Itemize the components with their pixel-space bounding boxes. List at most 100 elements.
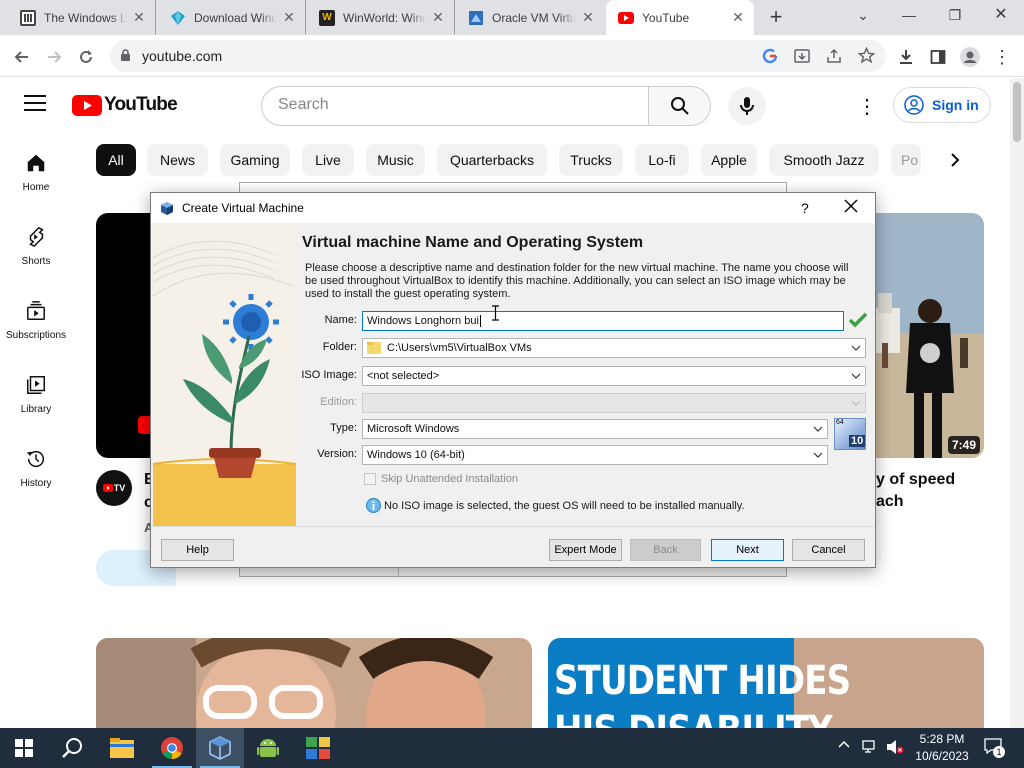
forward-button[interactable]	[40, 43, 68, 71]
reload-button[interactable]	[72, 43, 100, 71]
close-tab-icon[interactable]: ✕	[576, 9, 600, 26]
chip-music[interactable]: Music	[366, 144, 425, 176]
chip-news[interactable]: News	[147, 144, 208, 176]
tab-oracle-virtualbox[interactable]: Oracle VM VirtualBox ✕	[456, 0, 604, 35]
chip-live[interactable]: Live	[302, 144, 354, 176]
google-lens-icon[interactable]	[762, 48, 778, 64]
restore-button[interactable]: ❐	[932, 0, 978, 30]
version-combobox[interactable]: Windows 10 (64-bit)	[362, 445, 828, 465]
voice-search-button[interactable]	[728, 87, 766, 125]
channel-badge-text: TV	[113, 483, 126, 493]
profile-avatar-icon[interactable]	[956, 43, 984, 71]
video-thumbnail-right[interactable]: 7:49	[870, 213, 984, 458]
chip-partial[interactable]: Po	[891, 144, 921, 176]
tab-download-windows[interactable]: Download Windows ✕	[158, 0, 306, 35]
taskbar-search-button[interactable]	[48, 728, 96, 768]
show-hidden-icons-chevron-icon[interactable]	[838, 740, 850, 748]
chip-lofi[interactable]: Lo-fi	[635, 144, 689, 176]
app-taskbar-button[interactable]	[294, 728, 342, 768]
close-tab-icon[interactable]: ✕	[127, 9, 151, 26]
video-thumbnail-bottom-left[interactable]	[96, 638, 532, 728]
address-bar[interactable]: youtube.com	[110, 40, 886, 72]
sidebar-item-history[interactable]: History	[0, 448, 72, 498]
video-duration: 7:49	[947, 436, 980, 454]
sidebar-item-shorts[interactable]: Shorts	[0, 226, 72, 276]
video-title-right-line1[interactable]: y of speed	[876, 471, 955, 489]
volume-muted-icon[interactable]	[886, 739, 904, 755]
downloads-icon[interactable]	[892, 43, 920, 71]
tab-winworld[interactable]: W WinWorld: Windows ✕	[307, 0, 455, 35]
edition-label: Edition:	[320, 396, 357, 408]
sidebar-item-subscriptions[interactable]: Subscriptions	[0, 300, 72, 350]
chrome-menu-icon[interactable]: ⋮	[988, 43, 1016, 71]
close-tab-icon[interactable]: ✕	[726, 9, 750, 26]
bookmark-star-icon[interactable]	[858, 47, 875, 64]
file-explorer-button[interactable]	[98, 728, 146, 768]
virtualbox-taskbar-button[interactable]	[196, 728, 244, 768]
shorts-icon	[29, 226, 44, 248]
help-button[interactable]: Help	[161, 539, 234, 561]
sidebar-item-home[interactable]: Home	[0, 152, 72, 202]
hamburger-menu-icon[interactable]	[24, 95, 46, 111]
os-badge-bits: 64	[836, 419, 844, 426]
system-clock[interactable]: 5:28 PM 10/6/2023	[914, 731, 970, 765]
folder-combobox[interactable]: C:\Users\vm5\VirtualBox VMs	[362, 338, 866, 358]
context-help-button[interactable]: ?	[801, 200, 809, 216]
scrollbar-thumb[interactable]	[1013, 82, 1021, 142]
chrome-taskbar-button[interactable]	[148, 728, 196, 768]
close-window-button[interactable]: ✕	[978, 0, 1024, 30]
tab-title: Download Windows	[194, 10, 277, 25]
action-center-button[interactable]: 1	[984, 738, 1005, 758]
chip-apple[interactable]: Apple	[701, 144, 757, 176]
settings-kebab-icon[interactable]: ⋮	[857, 94, 877, 119]
next-button[interactable]: Next	[711, 539, 784, 561]
info-message: No ISO image is selected, the guest OS w…	[366, 498, 745, 513]
page-scrollbar[interactable]	[1010, 78, 1024, 728]
iso-image-combobox[interactable]: <not selected>	[362, 366, 866, 386]
search-input[interactable]: Search	[261, 86, 649, 126]
windows-logo-icon	[15, 739, 33, 757]
chip-quarterbacks[interactable]: Quarterbacks	[437, 144, 547, 176]
chip-trucks[interactable]: Trucks	[559, 144, 623, 176]
expert-mode-button[interactable]: Expert Mode	[549, 539, 622, 561]
chip-gaming[interactable]: Gaming	[220, 144, 290, 176]
video-title-right-line2[interactable]: ach	[876, 493, 904, 511]
youtube-logo[interactable]: YouTube	[72, 94, 178, 116]
sign-in-button[interactable]: Sign in	[893, 87, 991, 123]
close-tab-icon[interactable]: ✕	[277, 9, 301, 26]
new-tab-button[interactable]: +	[762, 4, 790, 32]
chip-all[interactable]: All	[96, 144, 136, 176]
close-dialog-button[interactable]	[844, 199, 858, 213]
install-app-icon[interactable]	[794, 48, 810, 64]
minimize-button[interactable]: —	[886, 0, 932, 30]
vm-name-input[interactable]: Windows Longhorn bui	[362, 311, 844, 331]
tab-youtube[interactable]: YouTube ✕	[606, 0, 754, 35]
type-value: Microsoft Windows	[367, 423, 460, 435]
wizard-description: Please choose a descriptive name and des…	[305, 262, 849, 300]
close-tab-icon[interactable]: ✕	[426, 9, 450, 26]
video-thumbnail-bottom-right[interactable]: STUDENT HIDES HIS DISABILITY	[548, 638, 984, 728]
chips-next-chevron-icon[interactable]	[946, 151, 964, 169]
android-studio-taskbar-button[interactable]	[244, 728, 292, 768]
wizard-heading: Virtual machine Name and Operating Syste…	[302, 234, 644, 251]
start-button[interactable]	[0, 728, 48, 768]
version-label: Version:	[317, 448, 357, 460]
share-icon[interactable]	[826, 48, 842, 64]
folder-label: Folder:	[322, 341, 357, 353]
virtualbox-icon	[468, 10, 484, 26]
side-panel-icon[interactable]	[924, 43, 952, 71]
windows-taskbar: 5:28 PM 10/6/2023 1	[0, 728, 1024, 768]
search-button[interactable]	[648, 86, 711, 126]
chip-smooth-jazz[interactable]: Smooth Jazz	[769, 144, 879, 176]
sidebar-item-library[interactable]: Library	[0, 374, 72, 424]
url-text: youtube.com	[142, 48, 223, 64]
tab-title: The Windows Longhorn	[44, 10, 127, 25]
virtualbox-cube-icon	[160, 201, 174, 216]
channel-avatar[interactable]: TV	[96, 470, 132, 506]
tab-windows-longhorn[interactable]: The Windows Longhorn ✕	[8, 0, 156, 35]
cancel-button[interactable]: Cancel	[792, 539, 865, 561]
back-button[interactable]	[8, 43, 36, 71]
type-combobox[interactable]: Microsoft Windows	[362, 419, 828, 439]
tab-search-chevron-icon[interactable]: ⌄	[840, 0, 886, 30]
network-icon[interactable]	[862, 739, 878, 755]
